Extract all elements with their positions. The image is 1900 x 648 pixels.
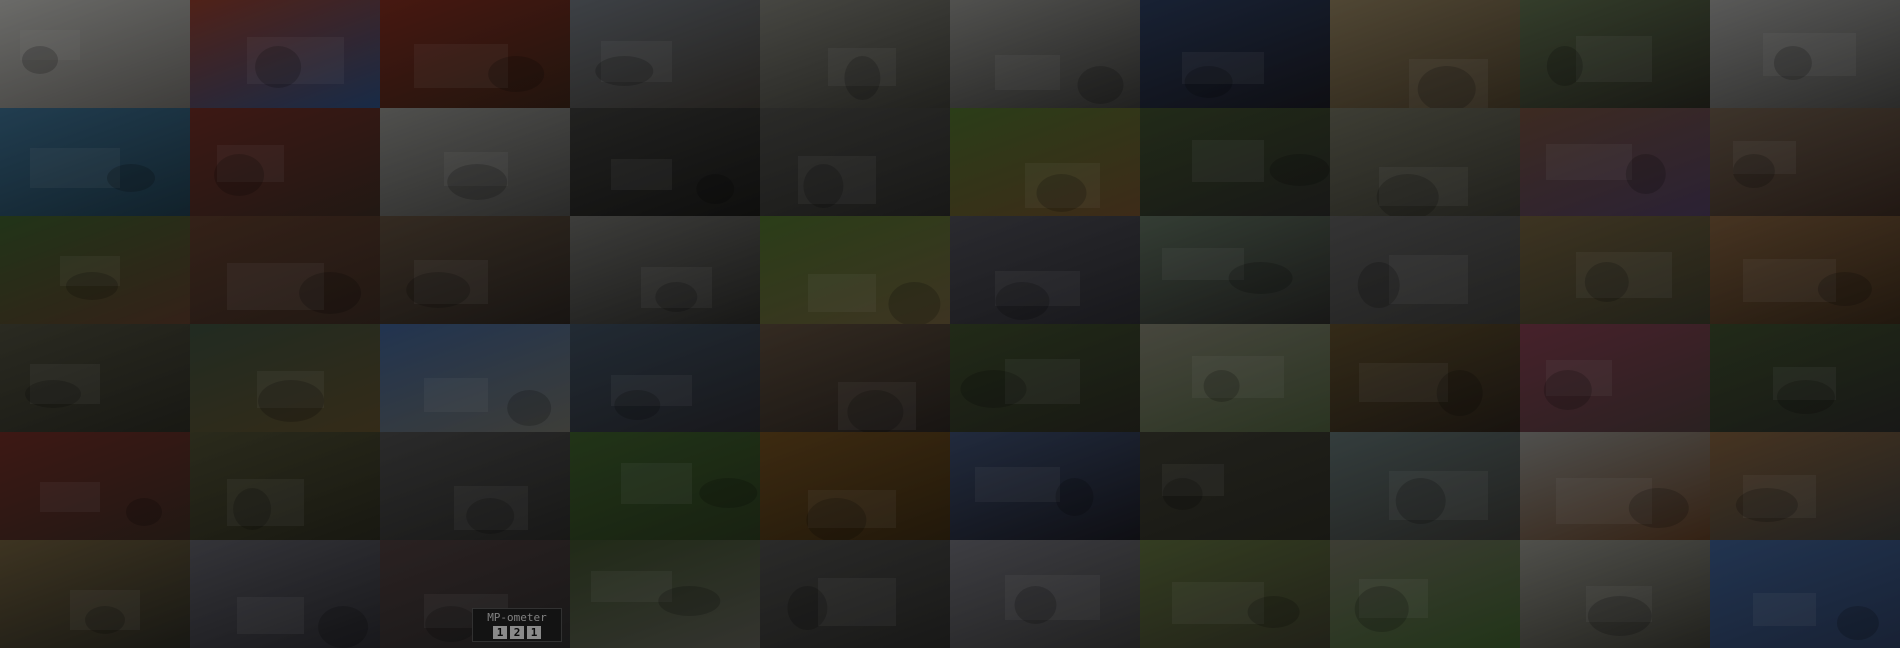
mosaic-tile-closet-room [1140,216,1330,324]
mosaic-tile-beige-sedan [1330,108,1520,216]
mosaic-tile-white-kitchen-dining [0,0,190,108]
mosaic-tile-street-parade [1140,540,1330,648]
mosaic-tile-sports-car-showroom [760,108,950,216]
mosaic-tile-boat-river [1330,432,1520,540]
mosaic-tile-ball-pit-corner [1520,108,1710,216]
mosaic-tile-attic-bedroom [1710,0,1900,108]
mosaic-tile-jets-formation [1710,540,1900,648]
mosaic-tile-baseball-diamond [950,108,1140,216]
mosaic-tile-man-hotel-room [1330,324,1520,432]
mosaic-tile-shop-sign: MP-ometer 1 2 1 [380,540,570,648]
mosaic-tile-hair-salon [1710,432,1900,540]
mosaic-tile-living-room-sofa [570,216,760,324]
mosaic-tile-microscope-desk [570,540,760,648]
mosaic-tile-bathroom-vanity [760,432,950,540]
mosaic-tile-pier-water [570,324,760,432]
mosaic-tile-teddy-bear-plate [1710,216,1900,324]
mosaic-tile-garden-planters [1520,432,1710,540]
mosaic-tile-classroom-tables [0,540,190,648]
mosaic-tile-classroom-colorful [1520,216,1710,324]
mosaic-tile-hotel-lobby-red [190,108,380,216]
mosaic-tile-green-room-paintings [190,324,380,432]
mosaic-tile-rugby-lineout [570,432,760,540]
mosaic-tile-snowy-ridge [190,540,380,648]
mosaic-tile-pink-shop [1520,324,1710,432]
mosaic-tile-ice-rink [950,540,1140,648]
mosaic-tile-dim-office [190,432,380,540]
mosaic-tile-flooded-street [570,0,760,108]
mosaic-tile-harbor-dusk [1140,0,1330,108]
mosaic-tile-patio-plants [1520,0,1710,108]
mp-ometer-digit: 1 [493,626,507,639]
mosaic-tile-dj-turntables [570,108,760,216]
mosaic-tile-hotel-room [1330,0,1520,108]
mosaic-tile-temple-interior-red [380,0,570,108]
mosaic-tile-pasta-plate [1140,324,1330,432]
mosaic-tile-laundromat [950,216,1140,324]
mosaic-tile-baseball-infield [760,216,950,324]
mosaic-tile-woman-eating [1710,108,1900,216]
mosaic-tile-greenhouse-plants [950,324,1140,432]
mosaic-tile-family-living-room [760,324,950,432]
mosaic-tile-car-flood-damage [760,0,950,108]
mosaic-tile-baseball-crowd [1140,108,1330,216]
mosaic-tile-indoor-pool [0,108,190,216]
mosaic-tile-beach-sky [380,324,570,432]
mosaic-tile-apartment-lounge [760,540,950,648]
mp-ometer-digit: 2 [510,626,524,639]
mp-ometer-label: MP-ometer [487,611,547,624]
mosaic-tile-train-station-arches [0,324,190,432]
mosaic-tile-microwave [950,0,1140,108]
mosaic-tile-team-red-shirts [0,432,190,540]
mosaic-tile-man-cottage [1520,540,1710,648]
mosaic-tile-basketball-court [1330,216,1520,324]
mosaic-tile-white-office [380,108,570,216]
mosaic-tile-friends-bar [380,216,570,324]
mp-ometer-digit: 1 [527,626,541,639]
mosaic-tile-fruit-bowl [1330,540,1520,648]
mosaic-tile-gamer-desk [1140,432,1330,540]
mp-ometer-sign: MP-ometer 1 2 1 [472,608,562,642]
mosaic-tile-ball-pit [190,0,380,108]
photo-mosaic: MP-ometer 1 2 1 [0,0,1900,648]
mosaic-tile-audience-meeting [380,432,570,540]
mosaic-tile-ferry-harbor [950,432,1140,540]
mosaic-tile-baseball-batter [0,216,190,324]
mosaic-tile-banquet-hall [190,216,380,324]
mosaic-tile-baseball-pitch [1710,324,1900,432]
